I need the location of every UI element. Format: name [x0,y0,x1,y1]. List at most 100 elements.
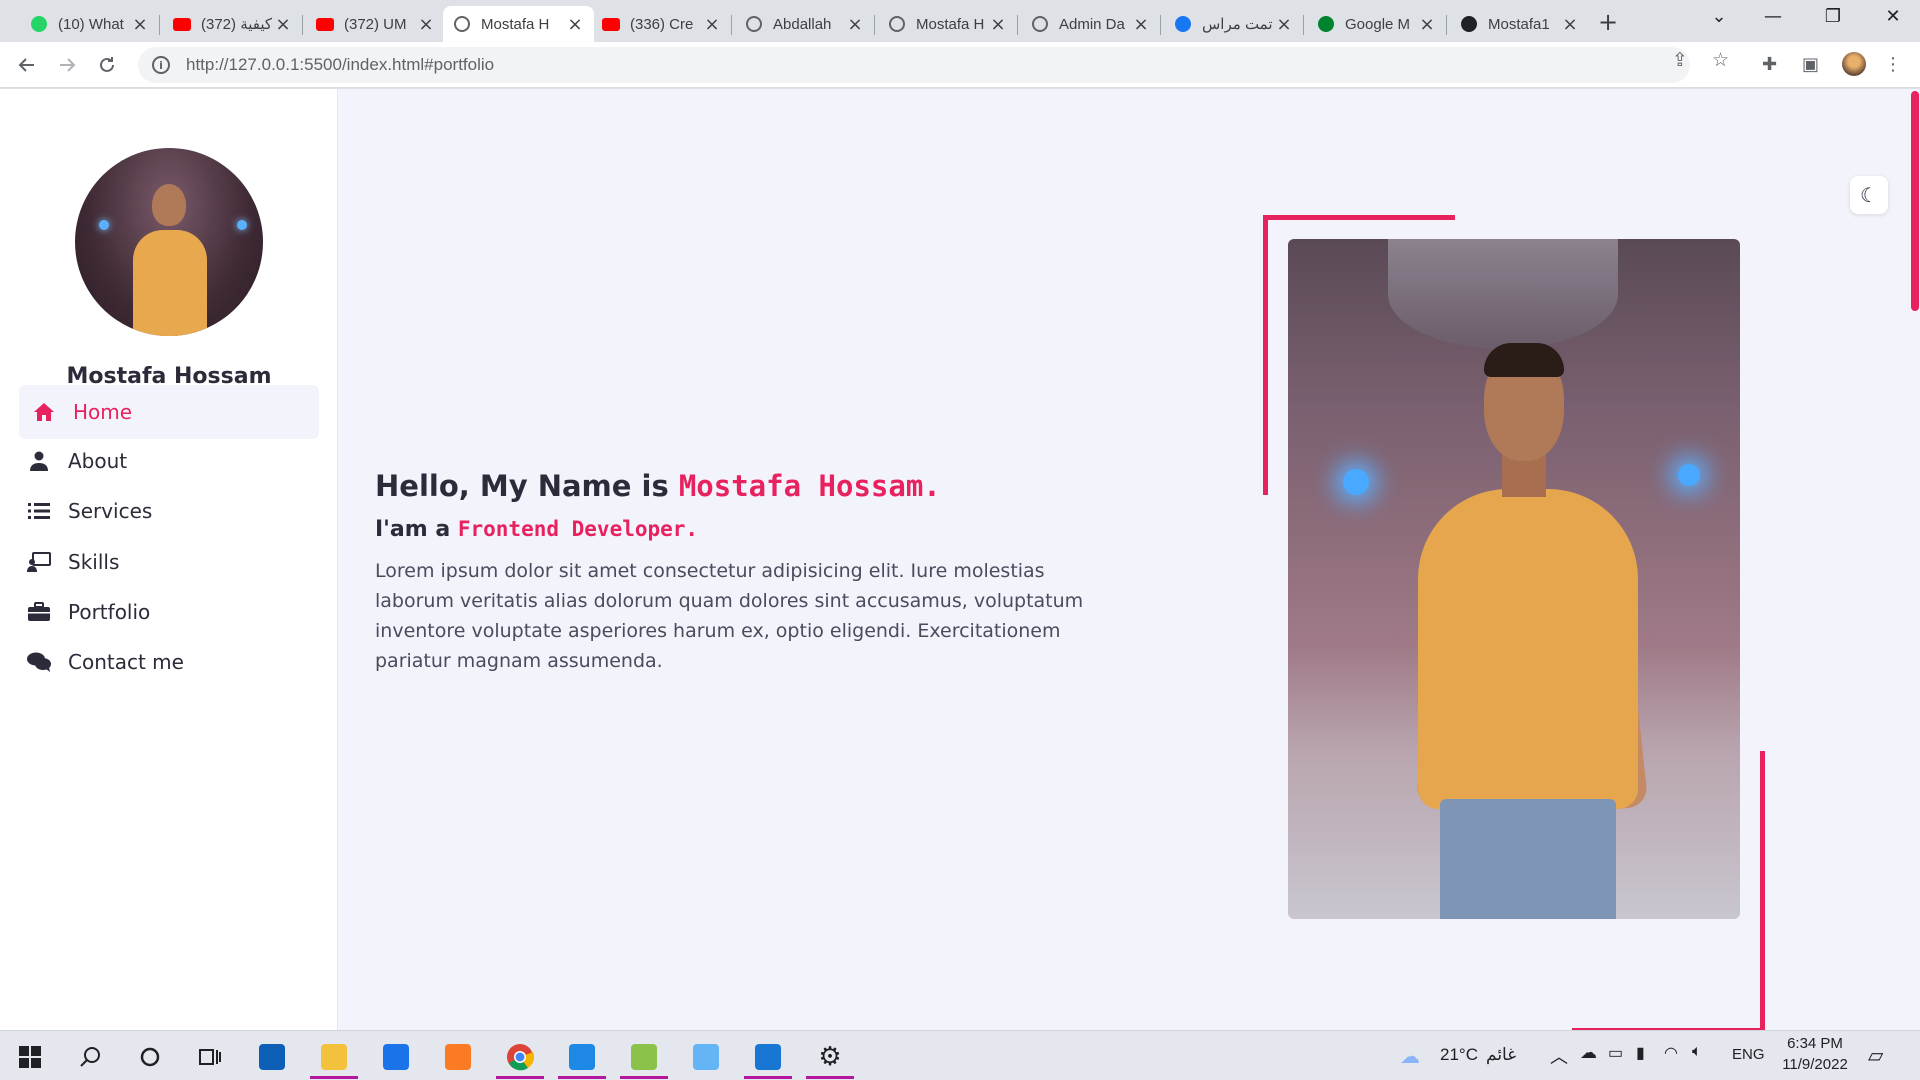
volume-icon[interactable]: 🔈︎ [1692,1043,1702,1061]
back-button[interactable] [12,50,42,80]
taskbar-settings[interactable]: ⚙ [806,1037,854,1079]
tab-close-icon[interactable]: × [1275,14,1293,35]
minimize-button[interactable]: — [1758,6,1788,27]
tab-close-icon[interactable]: × [1561,14,1579,35]
page-viewport: Mostafa Hossam Frontend Developer HomeAb… [0,89,1920,1030]
hero-heading: Hello, My Name is Mostafa Hossam. [375,469,1095,503]
onedrive-icon[interactable]: ☁ [1580,1043,1597,1063]
clock-time[interactable]: 6:34 PM [1780,1035,1850,1052]
menu-kebab-icon[interactable]: ⋮ [1884,54,1902,75]
tab-close-icon[interactable]: × [846,14,864,35]
tab-title: كيفية (372) [201,16,273,33]
tab-close-icon[interactable]: × [274,14,292,35]
hero-subheading: I'am a Frontend Developer. [375,517,1095,542]
taskbar-mail[interactable] [372,1037,420,1077]
tab-close-icon[interactable]: × [131,14,149,35]
tab-close-icon[interactable]: × [1132,14,1150,35]
language-indicator[interactable]: ENG [1732,1046,1765,1063]
taskbar-file-explorer[interactable] [310,1037,358,1079]
theme-toggle-button[interactable]: ☾ [1850,176,1888,214]
youtube-icon [602,15,620,33]
browser-tab[interactable]: (10) What × [20,6,159,42]
tray-chevron-up-icon[interactable]: ︿ [1550,1043,1568,1069]
cube-icon [693,1044,719,1070]
hero-text: Hello, My Name is Mostafa Hossam. I'am a… [375,469,1095,676]
search-icon [80,1047,100,1067]
xampp-icon [445,1044,471,1070]
hero-greeting: Hello, My Name is [375,469,679,503]
tab-close-icon[interactable]: × [417,14,435,35]
bookmark-star-icon[interactable]: ☆ [1712,49,1729,71]
browser-tab[interactable]: Mostafa H × [878,6,1017,42]
reload-button[interactable] [92,50,122,80]
profile-avatar[interactable] [1842,52,1866,76]
tab-close-icon[interactable]: × [989,14,1007,35]
taskbar-chrome[interactable] [496,1037,544,1079]
browser-tab[interactable]: تمت مراس × [1164,6,1303,42]
address-bar[interactable]: i http://127.0.0.1:5500/index.html#portf… [138,47,1690,83]
cortana-circle-icon [140,1047,160,1067]
taskbar-app-cube[interactable] [682,1037,730,1077]
cloud-icon: ☁ [1400,1046,1420,1068]
new-tab-button[interactable]: + [1598,8,1618,36]
taskbar-xampp[interactable] [434,1037,482,1077]
tab-title: Abdallah [773,15,832,33]
browser-tab[interactable]: (336) Cre × [592,6,731,42]
tab-separator [1303,15,1304,35]
tab-title: Mostafa H [916,15,985,33]
taskbar-media[interactable] [744,1037,792,1079]
facebook-icon [1174,15,1192,33]
weather-temp[interactable]: 21°C [1440,1045,1478,1065]
scrollbar-thumb[interactable] [1911,91,1919,311]
clock-date[interactable]: 11/9/2022 [1776,1056,1854,1073]
tab-close-icon[interactable]: × [566,14,584,35]
tab-search-chevron-icon[interactable]: ⌄ [1704,6,1734,27]
whatsapp-icon [30,15,48,33]
sidebar-item-about[interactable]: About [19,434,319,488]
tab-separator [302,15,303,35]
close-window-button[interactable]: ✕ [1878,6,1908,27]
windows-logo-icon [19,1046,41,1068]
start-button[interactable] [6,1037,54,1077]
tab-close-icon[interactable]: × [1418,14,1436,35]
tab-title: Mostafa1 [1488,15,1550,33]
home-icon [29,402,59,422]
url-text: http://127.0.0.1:5500/index.html#portfol… [186,55,495,74]
browser-tab[interactable]: Admin Da × [1021,6,1160,42]
search-button[interactable] [66,1037,114,1077]
list-icon [24,502,54,520]
task-view-button[interactable] [186,1037,234,1077]
sidebar-item-home[interactable]: Home [19,385,319,439]
tab-separator [1446,15,1447,35]
cortana-button[interactable] [126,1037,174,1077]
browser-tab[interactable]: Mostafa1 × [1450,6,1589,42]
tab-title: Admin Da [1059,15,1125,33]
side-panel-icon[interactable]: ▣ [1802,54,1819,75]
browser-tab[interactable]: Abdallah × [735,6,874,42]
site-info-icon[interactable]: i [152,56,170,74]
wifi-icon[interactable]: ◠ [1664,1043,1678,1063]
browser-tab[interactable]: كيفية (372) × [163,6,302,42]
taskbar-store[interactable] [248,1037,296,1077]
folder-icon [321,1044,347,1070]
taskbar-vscode[interactable] [558,1037,606,1079]
sidebar-item-portfolio[interactable]: Portfolio [19,585,319,639]
restore-button[interactable]: ❐ [1818,6,1848,27]
globe-icon [1031,15,1049,33]
tab-close-icon[interactable]: × [703,14,721,35]
store-icon [259,1044,285,1070]
browser-tab[interactable]: Mostafa H × [443,6,594,42]
battery-icon[interactable]: ▮ [1636,1043,1645,1063]
forward-button[interactable] [52,50,82,80]
browser-tab[interactable]: (372) UM × [306,6,445,42]
sidebar-item-services[interactable]: Services [19,484,319,538]
sidebar-item-skills[interactable]: Skills [19,535,319,589]
sidebar-item-contact-me[interactable]: Contact me [19,635,319,689]
taskbar-app-green[interactable] [620,1037,668,1079]
share-icon[interactable]: ⇪ [1672,49,1688,71]
meet-now-icon[interactable]: ▭ [1608,1043,1623,1063]
browser-tab[interactable]: Google M × [1307,6,1446,42]
notifications-icon[interactable]: ▱ [1868,1043,1883,1068]
extensions-puzzle-icon[interactable]: ✚ [1762,54,1777,75]
weather-text[interactable]: غائم [1486,1045,1516,1065]
